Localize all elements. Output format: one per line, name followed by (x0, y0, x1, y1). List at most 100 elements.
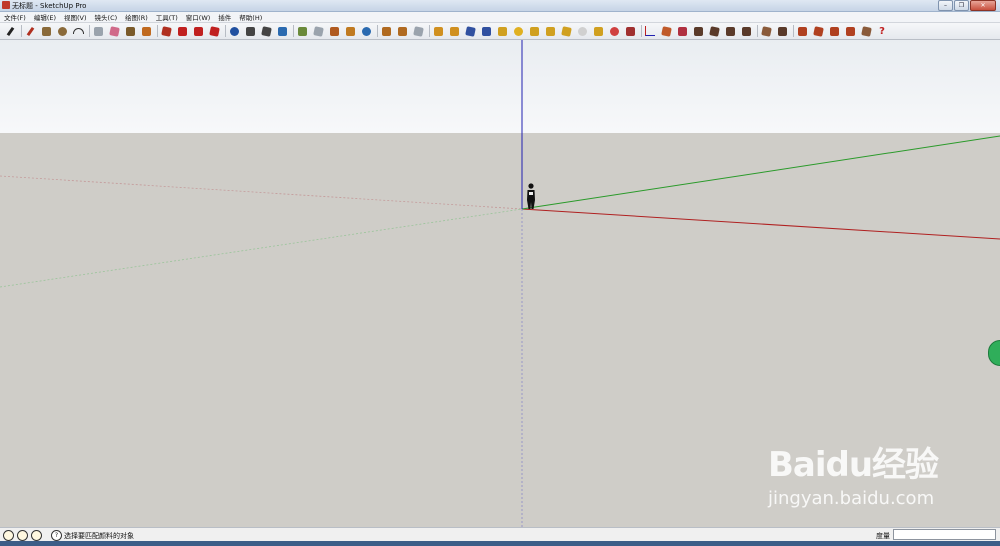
circle-icon (57, 26, 67, 36)
credits-icon[interactable] (17, 530, 28, 541)
plugin-tool-17[interactable] (776, 25, 788, 37)
color-wheel-tool[interactable] (608, 25, 620, 37)
zoom-extents-tool[interactable] (276, 25, 288, 37)
user-icon[interactable] (31, 530, 42, 541)
plugin-tool-6[interactable] (528, 25, 540, 37)
menu-item-1[interactable]: 编辑(E) (30, 12, 60, 22)
axes-tool[interactable] (644, 25, 656, 37)
plugin-tool-9[interactable] (624, 25, 636, 37)
close-button[interactable]: ✕ (970, 0, 996, 11)
arc-icon (72, 28, 84, 34)
plugin-tool-22[interactable] (860, 25, 872, 37)
plugin-tool-12[interactable] (692, 25, 704, 37)
plugin-tool-20[interactable] (828, 25, 840, 37)
plugin-tool-5[interactable] (496, 25, 508, 37)
help-tool[interactable]: ? (876, 25, 888, 37)
zoom-tool[interactable] (260, 25, 272, 37)
make-component-tool[interactable] (92, 25, 104, 37)
plugin-tool-2[interactable] (448, 25, 460, 37)
magnifier-icon (260, 25, 272, 37)
line-tool[interactable] (24, 25, 36, 37)
plugin-tool-18[interactable] (796, 25, 808, 37)
toolbar-separator (89, 25, 90, 37)
plugin-icon (812, 25, 824, 37)
pencil-icon (26, 26, 34, 36)
plugin-icon (625, 26, 635, 36)
toolbar-separator (157, 25, 158, 37)
flag-icon (545, 26, 555, 36)
paint-bucket-tool[interactable] (140, 25, 152, 37)
eraser-tool[interactable] (108, 25, 120, 37)
menu-item-0[interactable]: 文件(F) (0, 12, 30, 22)
menu-item-2[interactable]: 视图(V) (60, 12, 91, 22)
watermark-logo: Baidu经验 (768, 445, 939, 485)
sun-tool[interactable] (512, 25, 524, 37)
toggle-terrain-tool[interactable] (312, 25, 324, 37)
menu-item-3[interactable]: 镜头(C) (91, 12, 122, 22)
photo-texture-tool[interactable] (344, 25, 356, 37)
photo-icon (345, 26, 355, 36)
plugin-tool-16[interactable] (760, 25, 772, 37)
plugin-tool-11[interactable] (676, 25, 688, 37)
plugin-icon (660, 25, 672, 37)
plugin-tool-21[interactable] (844, 25, 856, 37)
sun-icon (513, 26, 523, 36)
get-models-tool[interactable] (380, 25, 392, 37)
plugin-icon (797, 26, 807, 36)
add-location-tool[interactable] (296, 25, 308, 37)
rectangle-icon (41, 26, 51, 36)
drawing-viewport[interactable]: Baidu经验 jingyan.baidu.com (0, 40, 1000, 527)
plugin-tool-4[interactable] (480, 25, 492, 37)
measurements-input[interactable] (893, 529, 996, 540)
geo-location-icon[interactable] (3, 530, 14, 541)
plugin-tool-19[interactable] (812, 25, 824, 37)
offset-tool[interactable] (208, 25, 220, 37)
plugin-tool-14[interactable] (724, 25, 736, 37)
rotate-tool[interactable] (192, 25, 204, 37)
sphere-tool[interactable] (576, 25, 588, 37)
hand-icon (245, 26, 255, 36)
tape-measure-tool[interactable] (124, 25, 136, 37)
plugin-tool-8[interactable] (592, 25, 604, 37)
minimize-button[interactable]: – (938, 0, 953, 11)
select-tool[interactable] (4, 25, 16, 37)
add-building-tool[interactable] (328, 25, 340, 37)
menu-item-4[interactable]: 绘图(R) (121, 12, 152, 22)
plugin-tool-3[interactable] (464, 25, 476, 37)
person-icon[interactable] (527, 183, 535, 209)
flag-tool[interactable] (544, 25, 556, 37)
plugin-tool-13[interactable] (708, 25, 720, 37)
toolbar-separator (641, 25, 642, 37)
plugin-tool-15[interactable] (740, 25, 752, 37)
color-wheel-icon (609, 26, 619, 36)
extension-warehouse-tool[interactable] (412, 25, 424, 37)
building-icon (329, 26, 339, 36)
plugin-icon (777, 26, 787, 36)
orbit-tool[interactable] (228, 25, 240, 37)
plugin-tool-1[interactable] (432, 25, 444, 37)
plugin-icon (593, 26, 603, 36)
measurements-label: 度量 (876, 532, 890, 540)
pan-tool[interactable] (244, 25, 256, 37)
move-tool[interactable] (176, 25, 188, 37)
menu-item-8[interactable]: 帮助(H) (235, 12, 266, 22)
rectangle-tool[interactable] (40, 25, 52, 37)
share-model-tool[interactable] (396, 25, 408, 37)
restore-button[interactable]: ❐ (954, 0, 969, 11)
menu-item-6[interactable]: 窗口(W) (182, 12, 215, 22)
models-icon (381, 26, 391, 36)
status-message: 选择要匹配颜料的对象 (64, 532, 134, 540)
plugin-tool-10[interactable] (660, 25, 672, 37)
google-earth-tool[interactable] (360, 25, 372, 37)
circle-tool[interactable] (56, 25, 68, 37)
status-bar: ? 选择要匹配颜料的对象 度量 (0, 527, 1000, 542)
arc-tool[interactable] (72, 25, 84, 37)
green-axis-dotted (0, 208, 523, 288)
plugin-tool-7[interactable] (560, 25, 572, 37)
help-icon[interactable]: ? (51, 530, 62, 541)
push-pull-tool[interactable] (160, 25, 172, 37)
rotate-icon (193, 26, 203, 36)
menu-item-7[interactable]: 插件 (214, 12, 235, 22)
menu-item-5[interactable]: 工具(T) (152, 12, 182, 22)
axes-icon (645, 26, 655, 36)
